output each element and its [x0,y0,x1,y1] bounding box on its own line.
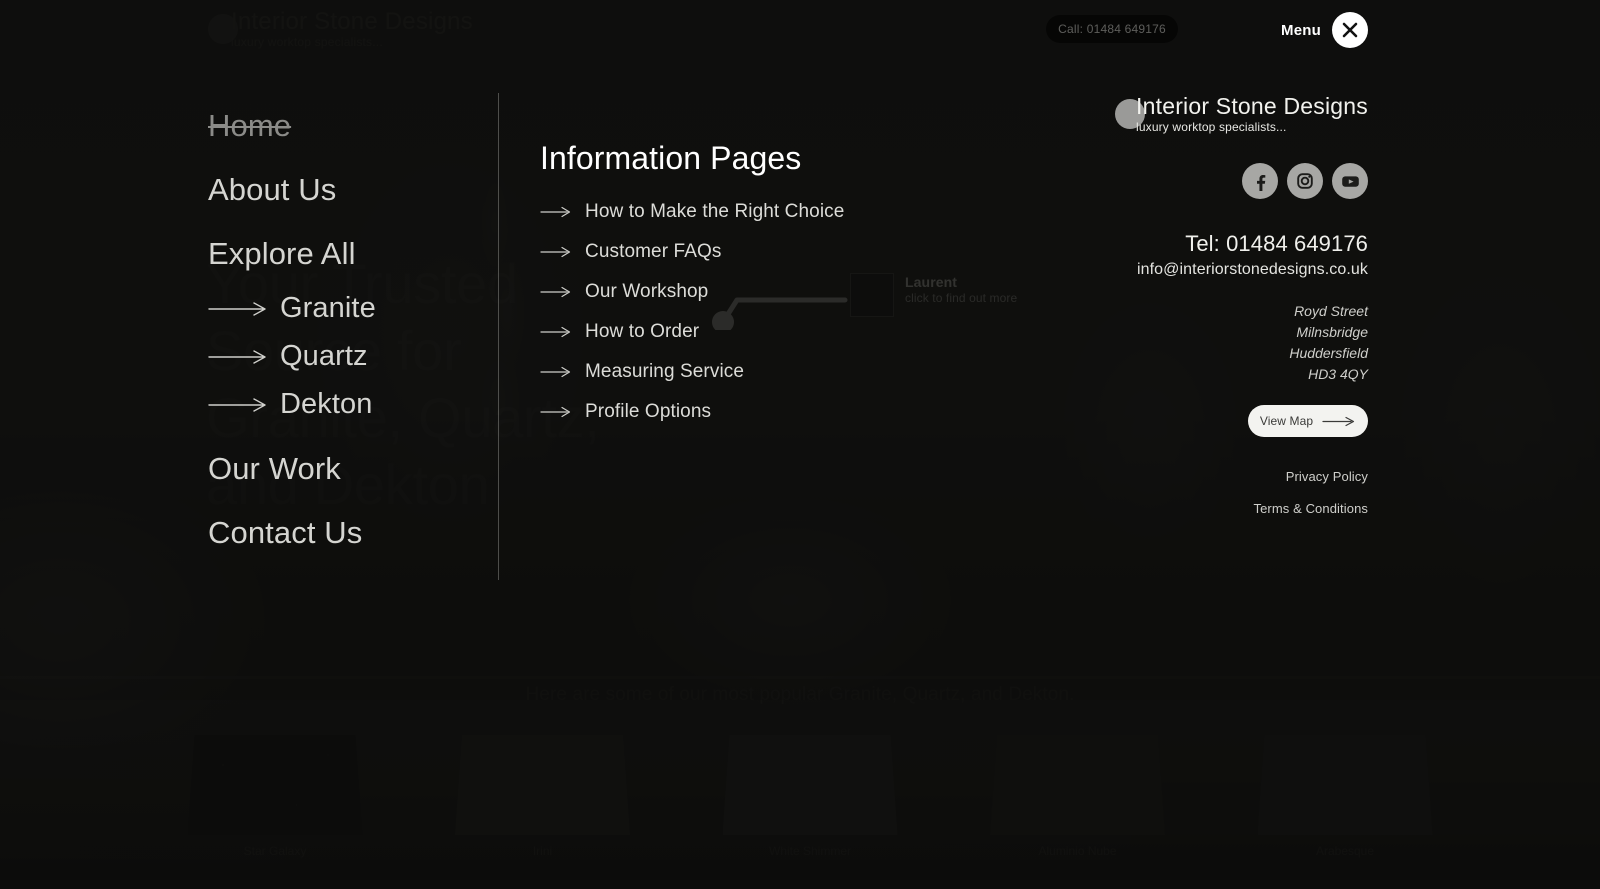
nav-item-explore-all[interactable]: Explore All [208,236,488,272]
panel-logo[interactable]: Interior Stone Designs luxury worktop sp… [1028,95,1368,133]
call-phone-button[interactable]: Call: 01484 649176 [1046,15,1178,43]
youtube-link[interactable] [1332,163,1368,199]
arrow-right-icon [208,397,266,412]
close-x-icon [1342,22,1358,38]
terms-conditions-link[interactable]: Terms & Conditions [1028,501,1368,516]
info-link-label: Customer FAQs [585,241,722,262]
arrow-right-icon [1322,416,1355,426]
arrow-right-icon [208,301,266,316]
panel-logo-tagline: luxury worktop specialists... [1136,120,1287,134]
nav-subitem-quartz[interactable]: Quartz [208,340,488,373]
instagram-link[interactable] [1287,163,1323,199]
menu-label: Menu [1281,21,1321,39]
address-line: Milnsbridge [1296,324,1368,340]
arrow-right-icon [540,246,571,258]
address-line: Huddersfield [1289,345,1368,361]
view-map-button[interactable]: View Map [1248,405,1368,437]
information-pages-title: Information Pages [540,140,802,176]
legal-links: Privacy Policy Terms & Conditions [1028,469,1368,516]
vertical-divider [498,93,499,580]
facebook-link[interactable] [1242,163,1278,199]
address-line: HD3 4QY [1308,366,1368,382]
arrow-right-icon [540,366,571,378]
facebook-icon [1257,174,1266,191]
address-block: Royd Street Milnsbridge Huddersfield HD3… [1028,301,1368,385]
explore-sub-nav: Granite Quartz Dekton [208,292,488,421]
nav-item-about-us[interactable]: About Us [208,172,488,208]
nav-subitem-label: Granite [280,292,376,324]
arrow-right-icon [540,326,571,338]
nav-item-our-work[interactable]: Our Work [208,451,488,487]
info-link-label: Profile Options [585,401,712,422]
panel-logo-name: Interior Stone Designs [1136,93,1368,119]
info-link-label: Our Workshop [585,281,709,302]
phone-link[interactable]: Tel: 01484 649176 [1028,231,1368,257]
callout-hint: click to find out more [905,291,1018,305]
menu-close-toggle[interactable]: Menu [1281,12,1368,48]
close-button[interactable] [1332,12,1368,48]
address-line: Royd Street [1294,303,1368,319]
info-link-label: Measuring Service [585,361,745,382]
instagram-icon [1297,173,1313,189]
social-links [1028,163,1368,199]
youtube-icon [1341,175,1359,187]
arrow-right-icon [540,206,571,218]
nav-subitem-label: Quartz [280,340,368,372]
info-link-measuring-service[interactable]: Measuring Service [540,361,844,383]
nav-item-home[interactable]: Home [208,108,488,144]
nav-subitem-label: Dekton [280,388,373,420]
info-link-customer-faqs[interactable]: Customer FAQs [540,241,844,263]
nav-subitem-granite[interactable]: Granite [208,292,488,325]
callout-leader-line [712,297,848,330]
arrow-right-icon [208,349,266,364]
info-link-profile-options[interactable]: Profile Options [540,401,844,423]
callout-name: Laurent [905,274,958,290]
stone-callout-laurent[interactable]: Laurent click to find out more [705,270,1045,330]
menu-overlay-screen: Your Trusted Source for Granite, Quartz,… [0,0,1600,889]
info-link-label: How to Make the Right Choice [585,201,845,222]
arrow-right-icon [540,286,571,298]
primary-nav: Home About Us Explore All Granite Quartz [208,108,488,579]
nav-subitem-dekton[interactable]: Dekton [208,388,488,421]
privacy-policy-link[interactable]: Privacy Policy [1028,469,1368,484]
view-map-label: View Map [1259,414,1314,428]
info-link-how-to-make-the-right-choice[interactable]: How to Make the Right Choice [540,201,844,223]
nav-item-contact-us[interactable]: Contact Us [208,515,488,551]
email-link[interactable]: info@interiorstonedesigns.co.uk [1028,261,1368,279]
contact-panel: Interior Stone Designs luxury worktop sp… [1028,95,1368,516]
arrow-right-icon [540,406,571,418]
callout-swatch [850,273,894,317]
info-link-label: How to Order [585,321,700,342]
